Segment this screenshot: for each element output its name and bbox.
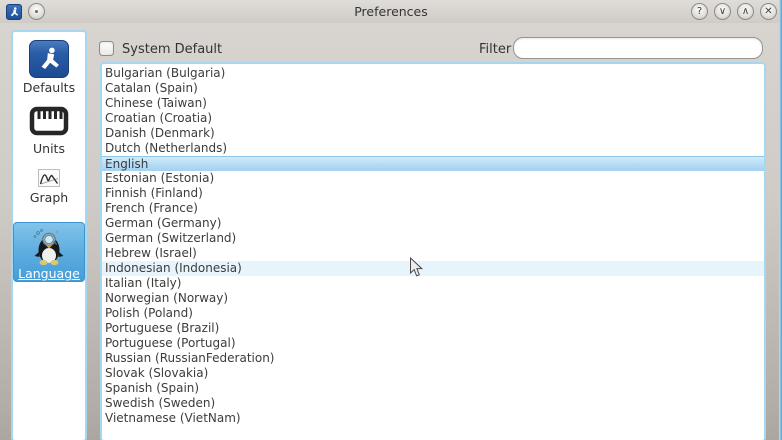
language-list-item[interactable]: Hebrew (Israel)	[102, 246, 764, 261]
filter-label: Filter	[479, 42, 511, 57]
language-list-item[interactable]: Portuguese (Portugal)	[102, 336, 764, 351]
language-list-item[interactable]: Indonesian (Indonesia)	[102, 261, 764, 276]
language-item-label: Dutch (Netherlands)	[105, 141, 227, 155]
language-item-label: Estonian (Estonia)	[105, 171, 214, 185]
window-title: Preferences	[0, 4, 782, 19]
language-list-item[interactable]: Italian (Italy)	[102, 276, 764, 291]
language-item-label: Russian (RussianFederation)	[105, 351, 274, 365]
chevron-up-icon: ∧	[742, 7, 749, 17]
language-item-label: Italian (Italy)	[105, 276, 181, 290]
language-list-item[interactable]: Russian (RussianFederation)	[102, 351, 764, 366]
language-list-item[interactable]: Chinese (Taiwan)	[102, 96, 764, 111]
language-item-label: Danish (Denmark)	[105, 126, 215, 140]
sidebar-item-units[interactable]: Units	[13, 95, 85, 156]
preferences-sidebar: Defaults Units Graph	[11, 30, 87, 440]
language-list-item[interactable]: Polish (Poland)	[102, 306, 764, 321]
chevron-down-icon: ∨	[719, 7, 726, 17]
language-list-item[interactable]: German (Switzerland)	[102, 231, 764, 246]
language-item-label: English	[105, 157, 148, 171]
language-item-label: Chinese (Taiwan)	[105, 96, 207, 110]
language-item-label: Portuguese (Brazil)	[105, 321, 219, 335]
language-item-label: Indonesian (Indonesia)	[105, 261, 242, 275]
close-button[interactable]: ✕	[760, 3, 777, 20]
language-item-label: Swedish (Sweden)	[105, 396, 215, 410]
system-default-label: System Default	[122, 42, 222, 57]
language-list-item[interactable]: English	[102, 156, 764, 171]
language-list-item[interactable]: Catalan (Spain)	[102, 81, 764, 96]
system-default-checkbox[interactable]	[99, 41, 114, 56]
sidebar-item-label: Graph	[30, 190, 68, 205]
sticky-dot-icon	[35, 10, 38, 13]
language-list-item[interactable]: Bulgarian (Bulgaria)	[102, 66, 764, 81]
language-list[interactable]: Bulgarian (Bulgaria) Catalan (Spain) Chi…	[100, 62, 766, 440]
sidebar-item-language[interactable]: Language	[13, 222, 85, 282]
language-item-label: Bulgarian (Bulgaria)	[105, 66, 225, 80]
language-item-label: Finnish (Finland)	[105, 186, 203, 200]
language-list-item[interactable]: Portuguese (Brazil)	[102, 321, 764, 336]
language-list-item[interactable]: Dutch (Netherlands)	[102, 141, 764, 156]
language-list-item[interactable]: Slovak (Slovakia)	[102, 366, 764, 381]
sidebar-item-graph[interactable]: Graph	[13, 156, 85, 205]
filter-input[interactable]	[513, 37, 763, 59]
language-list-item[interactable]: Swedish (Sweden)	[102, 396, 764, 411]
titlebar[interactable]: Preferences ? ∨ ∧ ✕	[0, 0, 782, 23]
graph-icon	[38, 169, 60, 187]
language-list-item[interactable]: Croatian (Croatia)	[102, 111, 764, 126]
language-item-label: Hebrew (Israel)	[105, 246, 197, 260]
close-icon: ✕	[764, 7, 772, 17]
language-list-item[interactable]: Norwegian (Norway)	[102, 291, 764, 306]
maximize-button[interactable]: ∧	[737, 3, 754, 20]
language-list-item[interactable]: Spanish (Spain)	[102, 381, 764, 396]
minimize-button[interactable]: ∨	[714, 3, 731, 20]
language-list-item[interactable]: German (Germany)	[102, 216, 764, 231]
ruler-icon	[29, 106, 69, 136]
language-item-label: Catalan (Spain)	[105, 81, 198, 95]
sidebar-item-label: Language	[18, 266, 80, 281]
language-item-label: German (Switzerland)	[105, 231, 236, 245]
diver-icon	[29, 40, 69, 78]
language-list-item[interactable]: Finnish (Finland)	[102, 186, 764, 201]
language-list-item[interactable]: Estonian (Estonia)	[102, 171, 764, 186]
language-item-label: Polish (Poland)	[105, 306, 193, 320]
language-list-item[interactable]: Danish (Denmark)	[102, 126, 764, 141]
help-icon: ?	[697, 7, 702, 17]
language-item-label: German (Germany)	[105, 216, 221, 230]
language-item-label: Spanish (Spain)	[105, 381, 199, 395]
language-item-label: Portuguese (Portugal)	[105, 336, 236, 350]
language-item-label: Slovak (Slovakia)	[105, 366, 208, 380]
language-item-label: Croatian (Croatia)	[105, 111, 212, 125]
penguin-icon	[29, 226, 69, 266]
language-item-label: French (France)	[105, 201, 198, 215]
language-list-item[interactable]: French (France)	[102, 201, 764, 216]
diver-icon	[8, 6, 20, 18]
help-button[interactable]: ?	[691, 3, 708, 20]
sticky-button[interactable]	[28, 3, 45, 20]
language-item-label: Norwegian (Norway)	[105, 291, 228, 305]
app-icon	[6, 4, 22, 20]
sidebar-item-defaults[interactable]: Defaults	[13, 32, 85, 95]
language-item-label: Vietnamese (VietNam)	[105, 411, 241, 425]
sidebar-item-label: Units	[33, 141, 65, 156]
mouse-cursor	[409, 257, 423, 278]
sidebar-item-label: Defaults	[23, 80, 75, 95]
language-list-item[interactable]: Vietnamese (VietNam)	[102, 411, 764, 426]
